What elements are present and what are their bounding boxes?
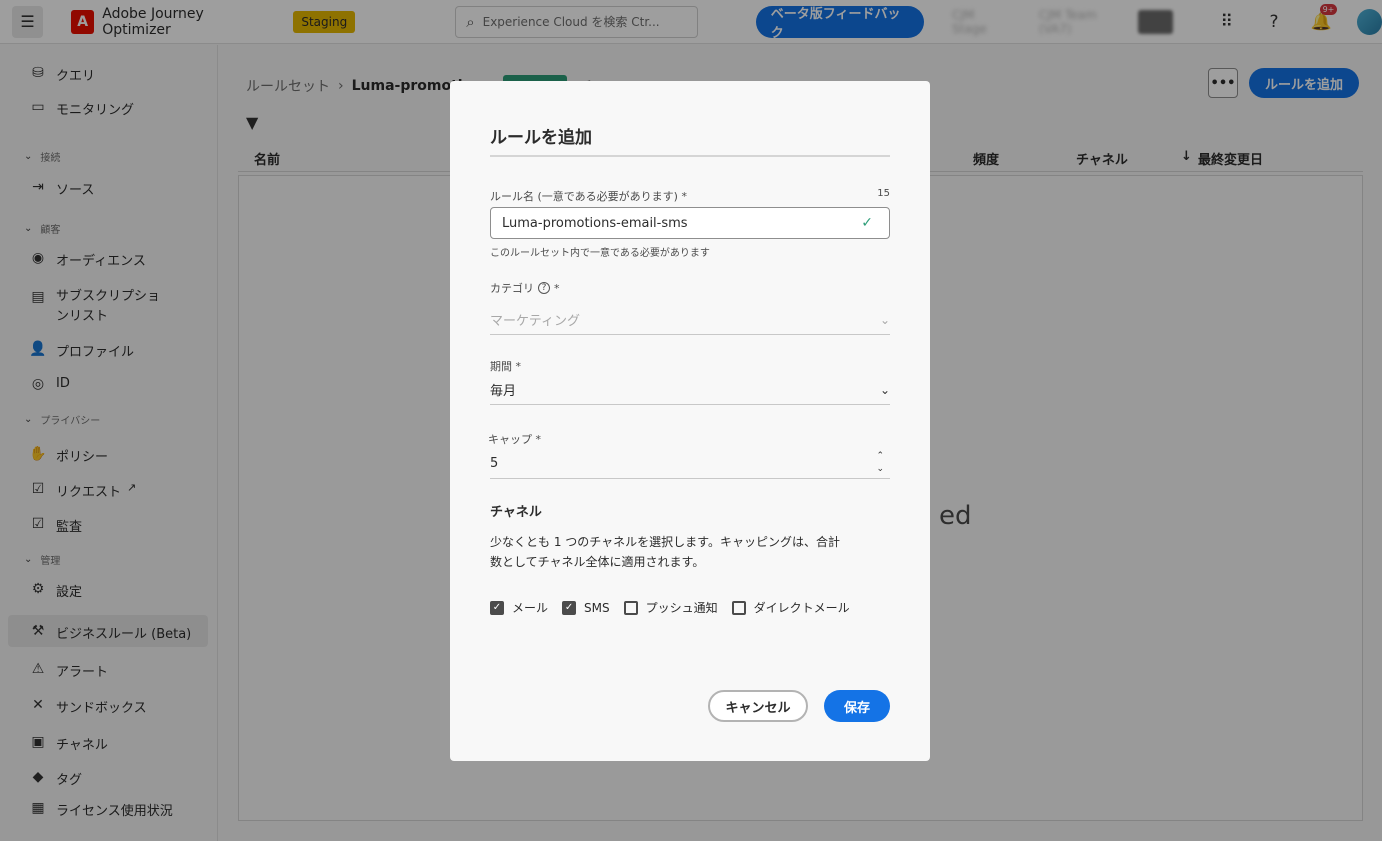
category-label: カテゴリ — [490, 282, 534, 295]
rule-name-help: このルールセット内で一意である必要があります — [490, 248, 710, 259]
stepper-arrows: ⌃ ⌄ — [876, 450, 884, 476]
channel-checkbox-email[interactable]: ✓ メール — [490, 599, 548, 616]
stepper-down-icon[interactable]: ⌄ — [876, 463, 884, 476]
chevron-down-icon: ⌄ — [879, 312, 890, 327]
category-required: * — [554, 281, 560, 295]
duration-label: 期間 * — [490, 360, 521, 373]
channel-checkbox-direct-mail[interactable]: ダイレクトメール — [731, 599, 850, 616]
category-value: マーケティング — [490, 314, 580, 329]
rule-name-char-count: 15 — [877, 188, 890, 199]
category-picker: マーケティング ⌄ — [490, 305, 890, 335]
help-circle-icon[interactable]: ? — [538, 282, 550, 294]
checkbox-unchecked-icon — [623, 600, 638, 615]
category-label-row: カテゴリ ? * — [490, 280, 560, 296]
channel-checkbox-push[interactable]: プッシュ通知 — [623, 599, 718, 616]
rule-name-label: ルール名 (一意である必要があります) * — [490, 190, 687, 203]
channels-checkbox-group: ✓ メール ✓ SMS プッシュ通知 ダイレクトメール — [490, 599, 864, 616]
rule-name-input[interactable]: Luma-promotions-email-sms ✓ — [490, 207, 890, 239]
checkbox-checked-icon: ✓ — [562, 600, 577, 615]
cap-label: キャップ * — [488, 433, 541, 446]
save-button[interactable]: 保存 — [824, 690, 890, 722]
dialog-divider — [490, 155, 890, 157]
channel-checkbox-sms[interactable]: ✓ SMS — [562, 600, 610, 615]
checkmark-icon: ✓ — [861, 215, 873, 231]
cap-value: 5 — [490, 456, 499, 471]
stepper-up-icon[interactable]: ⌃ — [876, 450, 884, 463]
duration-value: 毎月 — [490, 384, 517, 399]
duration-picker[interactable]: 毎月 ⌄ — [490, 375, 890, 405]
add-rule-dialog: ルールを追加 ルール名 (一意である必要があります) * 15 Luma-pro… — [450, 81, 930, 761]
checkbox-unchecked-icon — [731, 600, 746, 615]
chevron-down-icon: ⌄ — [879, 382, 890, 397]
rule-name-value: Luma-promotions-email-sms — [502, 215, 688, 231]
channels-description: 少なくとも 1 つのチャネルを選択します。キャッピングは、合計数としてチャネル全… — [490, 535, 840, 569]
channels-title: チャネル — [490, 505, 542, 520]
dialog-title: ルールを追加 — [490, 128, 592, 148]
cap-stepper[interactable]: 5 ⌃ ⌄ — [490, 449, 890, 479]
cancel-button[interactable]: キャンセル — [708, 690, 808, 722]
checkbox-checked-icon: ✓ — [490, 600, 504, 615]
